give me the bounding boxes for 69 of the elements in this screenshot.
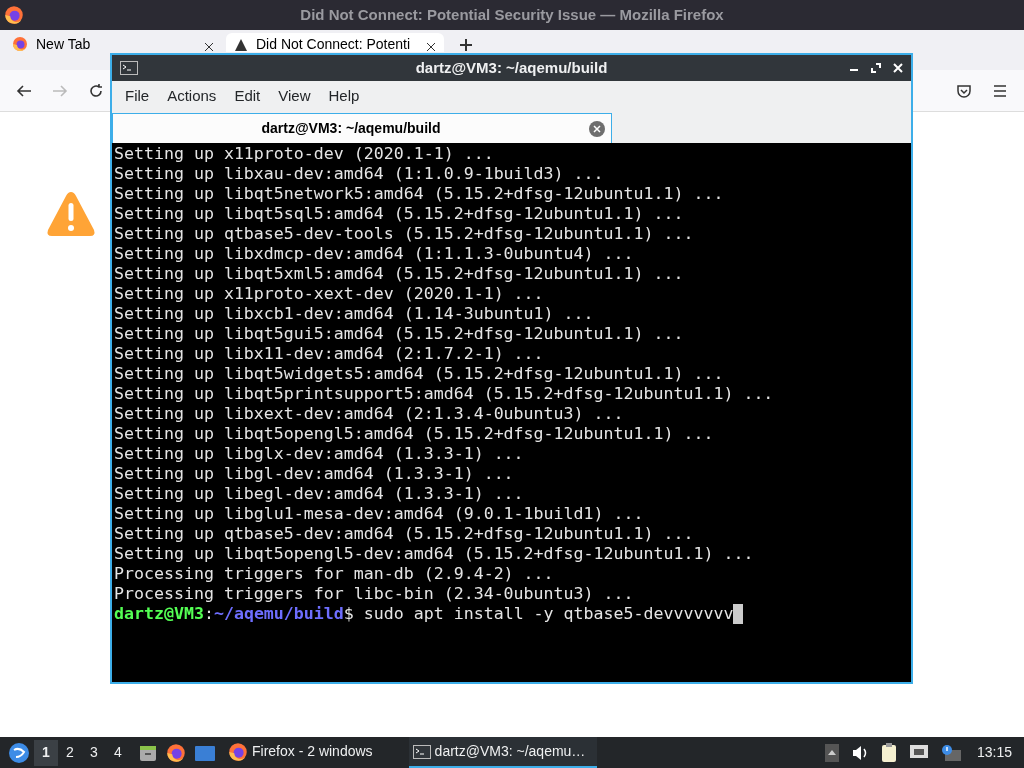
output-line: Setting up qtbase5-dev-tools (5.15.2+dfsg-12ubuntu1.1) ... xyxy=(114,224,694,244)
folder-icon[interactable] xyxy=(194,743,216,762)
output-line: Setting up libxext-dev:amd64 (2:1.3.4-0ubuntu3) ... xyxy=(114,404,624,424)
pocket-icon[interactable] xyxy=(956,82,972,99)
terminal-icon xyxy=(412,744,431,759)
output-line: Setting up libqt5printsupport5:amd64 (5.15.2+dfsg-12ubuntu1.1) ... xyxy=(114,384,774,404)
new-tab-icon[interactable] xyxy=(460,39,472,51)
maximize-icon[interactable] xyxy=(871,63,881,73)
firefox-icon[interactable] xyxy=(12,36,28,52)
output-line: Setting up libqt5widgets5:amd64 (5.15.2+dfsg-12ubuntu1.1) ... xyxy=(114,364,724,384)
menu-item[interactable]: File xyxy=(116,85,159,108)
clipboard-icon[interactable] xyxy=(880,742,897,763)
terminal-icon xyxy=(120,61,138,75)
warning-icon xyxy=(46,190,96,238)
output-line: Setting up libqt5gui5:amd64 (5.15.2+dfsg-12ubuntu1.1) ... xyxy=(114,324,684,344)
prompt-path: ~/aqemu/build xyxy=(213,604,344,624)
output-line: Processing triggers for man-db (2.9.4-2) ... xyxy=(114,564,554,584)
menu-item[interactable]: Edit xyxy=(225,85,270,108)
tab-label: New Tab xyxy=(36,36,92,52)
output-line: Setting up qtbase5-dev:amd64 (5.15.2+dfsg-12ubuntu1.1) ... xyxy=(114,524,694,544)
terminal-tab[interactable]: dartz@VM3: ~/aqemu/build xyxy=(112,113,612,143)
browser-tab[interactable]: New Tab xyxy=(4,33,222,52)
workspace-button[interactable]: 2 xyxy=(58,739,82,766)
output-line: Setting up libglx-dev:amd64 (1.3.3-1) ... xyxy=(114,444,524,464)
menu-item[interactable]: View xyxy=(269,85,320,108)
task-button[interactable]: Firefox - 2 windows xyxy=(224,737,385,768)
prompt-user: dartz@VM3 xyxy=(114,604,204,624)
workspace-button[interactable]: 4 xyxy=(106,739,130,766)
output-line: Setting up libqt5opengl5-dev:amd64 (5.15.2+dfsg-12ubuntu1.1) ... xyxy=(114,544,754,564)
output-line: Setting up libxcb1-dev:amd64 (1.14-3ubuntu1) ... xyxy=(114,304,594,324)
window-title: dartz@VM3: ~/aqemu/build xyxy=(414,57,609,78)
output-line: Setting up libqt5xml5:amd64 (5.15.2+dfsg-12ubuntu1.1) ... xyxy=(114,264,684,284)
output-line: Setting up libqt5network5:amd64 (5.15.2+dfsg-12ubuntu1.1) ... xyxy=(114,184,724,204)
prompt-separator: : xyxy=(203,604,214,624)
output-line: Setting up x11proto-xext-dev (2020.1-1) ... xyxy=(114,284,544,304)
tray-expand-icon[interactable] xyxy=(824,743,839,762)
firefox-icon[interactable] xyxy=(4,5,24,25)
browser-tab[interactable]: Did Not Connect: Potenti xyxy=(226,33,444,52)
output-line: Setting up libglu1-mesa-dev:amd64 (9.0.1-1build1) ... xyxy=(114,504,644,524)
close-icon[interactable] xyxy=(204,42,214,52)
output-line: Setting up libqt5sql5:amd64 (5.15.2+dfsg-12ubuntu1.1) ... xyxy=(114,204,684,224)
output-line: Setting up libegl-dev:amd64 (1.3.3-1) ... xyxy=(114,484,524,504)
notification-icon[interactable] xyxy=(940,743,961,762)
reload-icon[interactable] xyxy=(88,82,104,99)
tab-label: dartz@VM3: ~/aqemu/build xyxy=(260,119,442,138)
window-title: Did Not Connect: Potential Security Issue — Mozilla Firefox xyxy=(299,4,725,25)
menu-icon[interactable] xyxy=(992,82,1008,99)
cursor xyxy=(733,604,744,624)
tab-label: Did Not Connect: Potenti xyxy=(256,36,412,52)
firefox-icon[interactable] xyxy=(166,742,186,763)
task-button[interactable]: dartz@VM3: ~/aqemu… xyxy=(408,737,598,768)
close-icon[interactable] xyxy=(426,42,436,52)
back-icon[interactable] xyxy=(16,82,32,99)
output-line: Setting up x11proto-dev (2020.1-1) ... xyxy=(114,144,494,164)
output-line: Processing triggers for libc-bin (2.34-0ubuntu3) ... xyxy=(114,584,634,604)
output-line: Setting up libgl-dev:amd64 (1.3.3-1) ... xyxy=(114,464,514,484)
volume-icon[interactable] xyxy=(850,744,869,761)
output-line: Setting up libxau-dev:amd64 (1:1.0.9-1build3) ... xyxy=(114,164,604,184)
clock: 13:15 xyxy=(976,743,1012,762)
output-line: Setting up libx11-dev:amd64 (2:1.7.2-1) ... xyxy=(114,344,544,364)
start-menu-icon[interactable] xyxy=(8,741,30,764)
output-line: Setting up libqt5opengl5:amd64 (5.15.2+dfsg-12ubuntu1.1) ... xyxy=(114,424,714,444)
menu-item[interactable]: Help xyxy=(319,85,369,108)
firefox-icon[interactable] xyxy=(228,741,248,762)
output-line: Setting up libxdmcp-dev:amd64 (1:1.1.3-0ubuntu4) ... xyxy=(114,244,634,264)
command-text: $ sudo apt install -y qtbase5-devvvvvvv xyxy=(343,604,734,624)
menu-item[interactable]: Actions xyxy=(158,85,226,108)
workspace-button[interactable]: 1 xyxy=(34,739,58,766)
workspace-button[interactable]: 3 xyxy=(82,739,106,766)
